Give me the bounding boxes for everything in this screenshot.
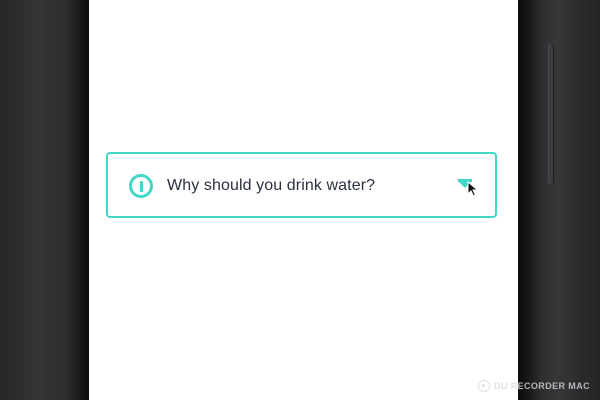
recorder-watermark: DU RECORDER MAC (478, 380, 590, 392)
recorder-logo-icon (478, 380, 490, 392)
info-icon (129, 174, 153, 198)
faq-question: Why should you drink water? (167, 177, 376, 194)
mouse-cursor-icon (467, 181, 479, 197)
watermark-text: DU RECORDER MAC (494, 381, 590, 391)
phone-screen: Why should you drink water? (89, 0, 518, 400)
device-side-button (548, 44, 554, 184)
info-icon-bar (139, 181, 143, 192)
faq-card[interactable]: Why should you drink water? (106, 152, 497, 218)
device-frame-right (518, 0, 600, 400)
